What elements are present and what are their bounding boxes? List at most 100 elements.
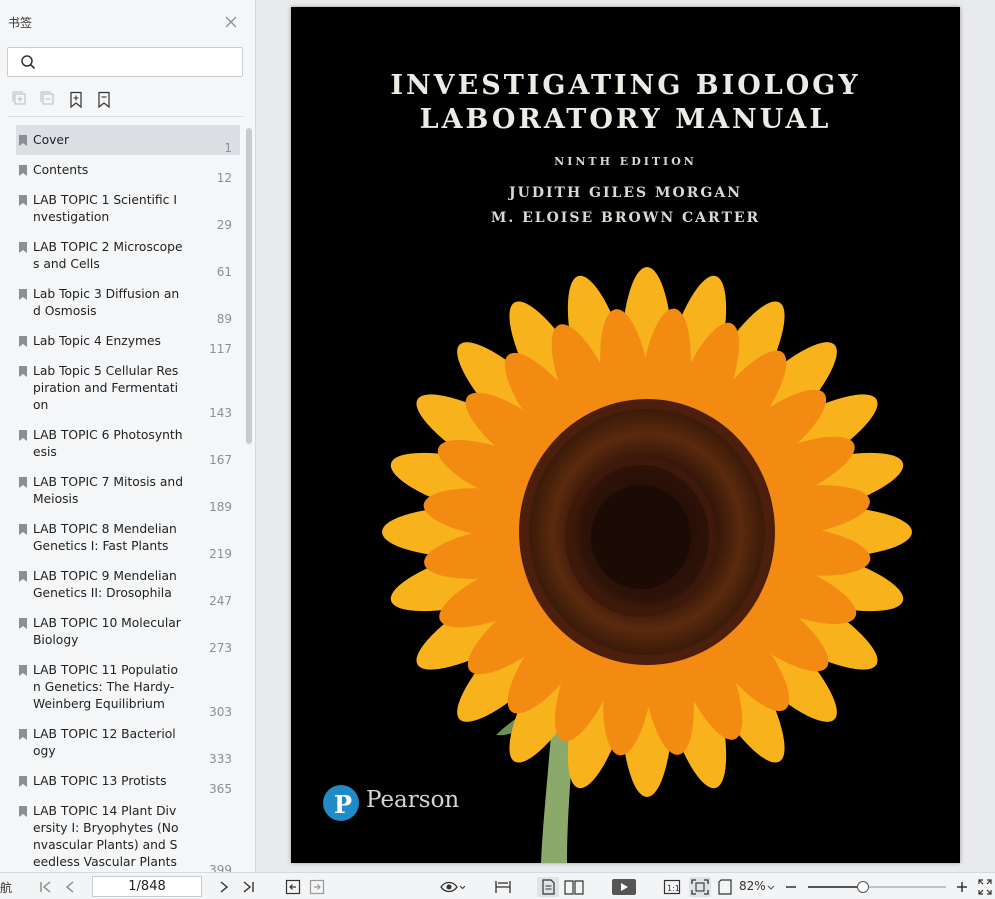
bookmark-item[interactable]: LAB TOPIC 14 Plant Diversity I: Bryophyt… [16, 796, 240, 877]
bookmark-label: LAB TOPIC 14 Plant Diversity I: Bryophyt… [33, 804, 179, 869]
bookmark-flag-icon [19, 135, 27, 146]
page-number-input[interactable] [92, 876, 202, 897]
bookmark-label: Lab Topic 3 Diffusion and Osmosis [33, 287, 180, 318]
rotate-icon[interactable] [716, 877, 736, 897]
bookmark-item[interactable]: Lab Topic 3 Diffusion and Osmosis 89 [16, 279, 240, 326]
bookmark-page-number: 219 [209, 547, 232, 561]
eye-mode-icon[interactable] [439, 877, 467, 897]
bookmark-toolbar [12, 91, 112, 109]
bookmark-item[interactable]: LAB TOPIC 12 Bacteriology 333 [16, 719, 240, 766]
bookmark-flag-icon [19, 165, 27, 176]
close-icon[interactable] [222, 13, 240, 31]
bookmark-search-box [7, 47, 243, 77]
fit-page-icon[interactable] [689, 877, 711, 897]
expand-all-icon[interactable] [12, 91, 28, 109]
bookmark-label: LAB TOPIC 1 Scientific Investigation [33, 193, 177, 224]
bookmark-label: LAB TOPIC 6 Photosynthesis [33, 428, 183, 459]
zoom-out-icon[interactable] [784, 877, 798, 897]
bookmark-item[interactable]: LAB TOPIC 2 Microscopes and Cells 61 [16, 232, 240, 279]
next-page-icon[interactable] [216, 877, 232, 897]
bookmark-list: Cover 1 Contents 12 LAB TOPIC 1 Scientific I… [16, 125, 240, 877]
app-window: 书签 Cover 1 Contents 12 LAB TOPIC 1 Scien… [0, 0, 995, 899]
bookmark-flag-icon [19, 806, 27, 817]
collapse-all-icon[interactable] [40, 91, 56, 109]
bookmark-item[interactable]: Lab Topic 5 Cellular Respiration and Fer… [16, 356, 240, 420]
bookmark-label: Lab Topic 5 Cellular Respiration and Fer… [33, 364, 179, 412]
pdf-page: P INVESTIGATING BIOLOGY LABORATORY MANUA… [291, 7, 960, 863]
bookmark-flag-icon [19, 242, 27, 253]
bookmark-flag-icon [19, 729, 27, 740]
bookmark-label: LAB TOPIC 8 Mendelian Genetics I: Fast P… [33, 522, 177, 553]
bookmark-page-number: 303 [209, 705, 232, 719]
bookmark-flag-icon [19, 571, 27, 582]
zoom-level[interactable]: 82% [739, 879, 766, 893]
cover-title-line1: INVESTIGATING BIOLOGY [390, 70, 861, 101]
prev-page-icon[interactable] [62, 877, 78, 897]
pearson-logo-letter: P [334, 790, 352, 819]
actual-size-icon[interactable]: 1:1 [663, 877, 681, 897]
bookmark-flag-icon [19, 618, 27, 629]
bookmark-page-number: 61 [216, 265, 232, 279]
bookmark-icon[interactable] [96, 91, 112, 109]
bookmark-label: LAB TOPIC 12 Bacteriology [33, 727, 176, 758]
bookmark-page-number: 247 [209, 594, 232, 608]
sunflower-image: P [323, 267, 912, 863]
publisher-name: Pearson [366, 787, 460, 813]
first-page-icon[interactable] [38, 877, 54, 897]
go-back-icon[interactable] [285, 877, 301, 897]
bookmark-label: LAB TOPIC 2 Microscopes and Cells [33, 240, 183, 271]
cover-title-line2: LABORATORY MANUAL [419, 104, 832, 135]
search-icon [21, 55, 36, 70]
bookmark-page-number: 29 [216, 218, 232, 232]
bookmark-item[interactable]: Contents 12 [16, 155, 240, 185]
bookmark-item[interactable]: LAB TOPIC 9 Mendelian Genetics II: Droso… [16, 561, 240, 608]
bookmark-page-number: 143 [209, 406, 232, 420]
document-viewport[interactable]: P INVESTIGATING BIOLOGY LABORATORY MANUA… [257, 0, 995, 872]
fullscreen-icon[interactable] [977, 877, 993, 897]
bookmark-label: LAB TOPIC 7 Mitosis and Meiosis [33, 475, 183, 506]
bookmark-item[interactable]: LAB TOPIC 10 Molecular Biology 273 [16, 608, 240, 655]
zoom-in-icon[interactable] [955, 877, 969, 897]
bookmark-page-number: 89 [216, 312, 232, 326]
bookmark-page-number: 117 [209, 342, 232, 356]
bookmark-item[interactable]: LAB TOPIC 1 Scientific Investigation 29 [16, 185, 240, 232]
bookmark-item[interactable]: LAB TOPIC 11 Population Genetics: The Ha… [16, 655, 240, 719]
add-bookmark-icon[interactable] [68, 91, 84, 109]
bookmark-item[interactable]: LAB TOPIC 8 Mendelian Genetics I: Fast P… [16, 514, 240, 561]
sidebar-divider [8, 116, 244, 117]
bookmark-label: LAB TOPIC 9 Mendelian Genetics II: Droso… [33, 569, 177, 600]
zoom-dropdown-icon[interactable] [766, 877, 776, 897]
go-forward-icon[interactable] [309, 877, 325, 897]
bookmark-page-number: 12 [216, 171, 232, 185]
bookmark-label: Cover [33, 133, 70, 147]
bookmark-page-number: 365 [209, 782, 232, 796]
bookmark-item[interactable]: LAB TOPIC 6 Photosynthesis 167 [16, 420, 240, 467]
bookmark-page-number: 189 [209, 500, 232, 514]
bookmark-label: LAB TOPIC 13 Protists [33, 774, 167, 788]
bookmark-item[interactable]: Cover 1 [16, 125, 240, 155]
bookmark-item[interactable]: LAB TOPIC 13 Protists 365 [16, 766, 240, 796]
bookmark-flag-icon [19, 665, 27, 676]
bottom-toolbar: 航 1/848 1:1 82% [0, 872, 995, 899]
fit-width-icon[interactable] [494, 877, 512, 897]
bookmark-flag-icon [19, 524, 27, 535]
bookmark-search-input[interactable] [44, 52, 238, 72]
two-page-icon[interactable] [563, 877, 585, 897]
zoom-slider-track[interactable] [808, 886, 946, 888]
bookmark-flag-icon [19, 430, 27, 441]
bookmark-flag-icon [19, 289, 27, 300]
sidebar-title: 书签 [8, 16, 33, 30]
single-page-icon[interactable] [537, 877, 559, 897]
slideshow-icon[interactable] [611, 877, 637, 897]
bookmark-item[interactable]: LAB TOPIC 7 Mitosis and Meiosis 189 [16, 467, 240, 514]
bookmark-item[interactable]: Lab Topic 4 Enzymes 117 [16, 326, 240, 356]
bookmark-flag-icon [19, 776, 27, 787]
zoom-slider-thumb[interactable] [857, 881, 870, 893]
cover-author1: JUDITH GILES MORGAN [509, 185, 742, 201]
bookmark-sidebar: 书签 Cover 1 Contents 12 LAB TOPIC 1 Scien… [0, 0, 256, 877]
bookmark-label: Lab Topic 4 Enzymes [33, 334, 161, 348]
bookmark-label: LAB TOPIC 11 Population Genetics: The Ha… [33, 663, 178, 711]
bookmark-label: Contents [33, 163, 89, 177]
sidebar-scrollbar[interactable] [246, 128, 252, 444]
last-page-icon[interactable] [240, 877, 256, 897]
